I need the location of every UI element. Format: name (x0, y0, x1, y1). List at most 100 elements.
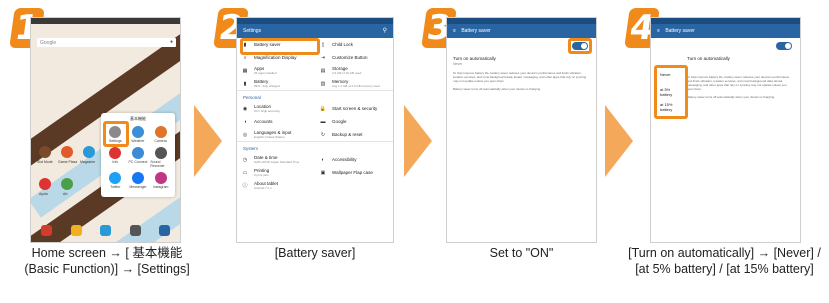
page-title: Settings (243, 28, 262, 34)
settings-item[interactable]: 🔒 Start screen & security (315, 102, 393, 115)
settings-item[interactable]: ▭ Printing 0 print jobs (237, 166, 315, 179)
step-caption: [Battery saver] (274, 246, 356, 260)
settings-item[interactable]: ▯ Child Lock (315, 38, 393, 51)
folder-app-pc-connect[interactable]: PC Connect (128, 147, 149, 168)
settings-item-sub: 2.6 GB of 16 GB used (332, 71, 362, 75)
settings-item[interactable]: ▣ Wallpaper Flap case (315, 166, 393, 179)
settings-item-icon: ◑ (243, 118, 247, 125)
menu-icon[interactable]: ≡ (657, 28, 660, 34)
battery-saver-description: To help improve battery life, battery sa… (453, 71, 587, 83)
home-app-icon[interactable] (39, 146, 51, 158)
settings-item-text: Magnification Display (254, 55, 297, 60)
home-app-icon[interactable] (61, 146, 73, 158)
settings-item-icon: ▦ (242, 67, 248, 74)
settings-row: ⓘ About tablet Android 7.1.1 (237, 179, 393, 192)
home-app-icon[interactable] (39, 178, 51, 190)
weather-icon (131, 126, 144, 138)
settings-item-icon: ▣ (320, 169, 326, 176)
settings-item[interactable]: ◎ Languages & input English (United States… (237, 128, 315, 141)
settings-item-icon: ◐ (321, 156, 325, 163)
search-icon[interactable]: ⚲ (383, 27, 387, 34)
settings-item-icon: ▬ (320, 118, 326, 125)
settings-item-icon: 🔒 (319, 105, 327, 112)
settings-item-text: Printing 0 print jobs (254, 168, 269, 177)
settings-item-sub: English (United States) (254, 135, 285, 139)
settings-item-sub: GMT+09:00 Japan Standard Time (254, 160, 300, 164)
settings-item-text: Apps 25 apps installed (254, 66, 277, 75)
dock-app-icon[interactable] (100, 225, 111, 236)
settings-item-icon: ⇥ (320, 54, 326, 61)
folder-app-weather[interactable]: Weather (128, 126, 149, 143)
page-title: Battery saver (461, 28, 491, 34)
settings-item-text: Backup & reset (332, 132, 363, 137)
folder-app-info[interactable]: Info (105, 147, 126, 168)
next-arrow (404, 105, 432, 177)
mic-icon[interactable]: ● (170, 39, 173, 45)
settings-row: ▮ Battery 99% - fully charged ▥ Memory Avg 1.… (237, 77, 393, 90)
battery-saver-highlight (240, 38, 320, 55)
battery-saver-app-bar: ≡ Battery saver (447, 24, 596, 38)
settings-item-label: Customize Button (332, 55, 368, 60)
settings-item-icon: ◉ (242, 105, 248, 112)
settings-item[interactable]: ▮ Battery 99% - fully charged (237, 77, 315, 90)
settings-item-sub: 99% - fully charged (254, 84, 280, 88)
settings-item[interactable]: ⓘ About tablet Android 7.1.1 (237, 179, 315, 192)
dock-app-icon[interactable] (41, 225, 52, 236)
settings-item[interactable]: ◑ Accounts (237, 115, 315, 128)
settings-item[interactable]: ▥ Memory Avg 1.1 GB of 2.0 GB memory used (315, 77, 393, 90)
settings-item[interactable]: ◐ Accessibility (315, 153, 393, 166)
twitter-icon (109, 172, 122, 184)
home-app-icon[interactable] (61, 178, 73, 190)
toggle-highlight (568, 38, 592, 54)
settings-item-text: Languages & input English (United States) (254, 130, 292, 139)
home-app-icon[interactable] (83, 146, 95, 158)
settings-highlight (103, 121, 129, 147)
dock-app-icon[interactable] (70, 225, 82, 236)
app-label: Camera (154, 139, 167, 143)
next-arrow (605, 105, 633, 177)
section-header-system: System (237, 141, 393, 153)
settings-item[interactable]: ↻ Backup & reset (315, 128, 393, 141)
folder-app-camera[interactable]: Camera (150, 126, 171, 143)
folder-app-instagram[interactable]: Instagram (150, 172, 171, 189)
settings-item-icon: ▮ (243, 80, 247, 87)
settings-item-text: Customize Button (332, 55, 368, 60)
folder-app-messenger[interactable]: Messenger (128, 172, 149, 189)
home-app-label: Ayoto (39, 192, 48, 196)
options-highlight (654, 65, 688, 119)
app-label: Info (112, 160, 119, 164)
folder-app-sound-recorder[interactable]: Sound Recorder (150, 147, 171, 168)
settings-item-icon: ↻ (320, 131, 326, 138)
settings-item[interactable]: ▬ Google (315, 115, 393, 128)
settings-item-text: Battery 99% - fully charged (254, 79, 280, 88)
settings-item-sub: 0 print jobs (254, 173, 269, 177)
settings-item[interactable]: ▤ Storage 2.6 GB of 16 GB used (315, 64, 393, 77)
settings-item-text: Accounts (254, 119, 273, 124)
dock-app-icon[interactable] (159, 225, 170, 236)
battery-saver-screen: ≡ Battery saver Turn on automatically Ne… (446, 17, 597, 243)
settings-row: ◎ Languages & input English (United States… (237, 128, 393, 141)
home-app-label: Slot Mode (37, 160, 53, 164)
settings-item[interactable]: ▦ Apps 25 apps installed (237, 64, 315, 77)
menu-icon[interactable]: ≡ (453, 28, 456, 34)
google-search-bar[interactable]: Google ● (37, 38, 176, 47)
settings-item-label: Child Lock (332, 42, 354, 47)
settings-item-icon: ▭ (242, 169, 248, 176)
home-app-label: Art (63, 192, 68, 196)
settings-item-label: Magnification Display (254, 55, 297, 60)
settings-item[interactable]: ◷ Date & time GMT+09:00 Japan Standard Tim… (237, 153, 315, 166)
google-search-label: Google (40, 40, 57, 46)
settings-group-personal: ◉ Location ON / High accuracy 🔒 Start screen… (237, 102, 393, 141)
settings-item-sub: Avg 1.1 GB of 2.0 GB memory used (332, 84, 380, 88)
settings-item[interactable]: ⇥ Customize Button (315, 51, 393, 64)
folder-app-twitter[interactable]: Twitter (105, 172, 126, 189)
battery-saver-toggle[interactable] (776, 42, 792, 50)
settings-item-label: Accounts (254, 119, 273, 124)
settings-row: ◉ Location ON / High accuracy 🔒 Start screen… (237, 102, 393, 115)
app-label: PC Connect (128, 160, 148, 164)
microphone-icon (154, 147, 167, 159)
settings-row: ▦ Apps 25 apps installed ▤ Storage 2.6 GB of … (237, 64, 393, 77)
dock-app-icon[interactable] (129, 225, 141, 236)
settings-item[interactable]: ◉ Location ON / High accuracy (237, 102, 315, 115)
settings-item-icon: ⌕ (243, 54, 247, 61)
